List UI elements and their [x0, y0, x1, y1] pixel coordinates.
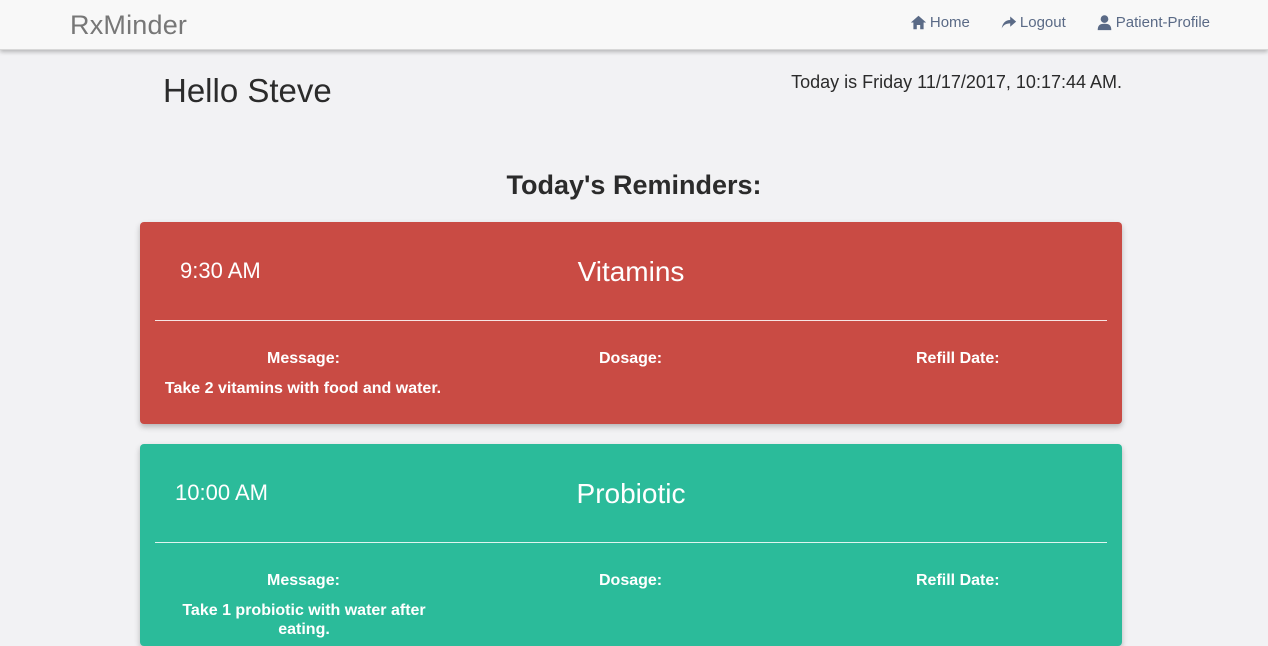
brand-logo[interactable]: RxMinder: [70, 10, 187, 41]
refill-date-label: Refill Date:: [916, 350, 1000, 367]
dosage-label: Dosage:: [599, 350, 663, 367]
reminder-card-probiotic[interactable]: 10:00 AM Probiotic Message: Take 1 probi…: [140, 444, 1122, 646]
message-value: Take 2 vitamins with food and water.: [164, 380, 442, 397]
nav-patient-profile-link[interactable]: Patient-Profile: [1096, 14, 1210, 31]
refill-date-label: Refill Date:: [916, 572, 1000, 589]
nav-patient-profile-label: Patient-Profile: [1115, 14, 1210, 31]
greeting-heading: Hello Steve: [163, 72, 332, 109]
message-label: Message:: [267, 572, 340, 589]
nav-logout-link[interactable]: Logout: [1000, 14, 1066, 31]
navbar: RxMinder Home Logout Patient-Profile: [0, 0, 1268, 50]
reminders-title: Today's Reminders:: [506, 170, 762, 200]
dosage-label: Dosage:: [599, 572, 663, 589]
home-icon: [910, 15, 927, 30]
reminder-card-vitamins[interactable]: 9:30 AM Vitamins Message: Take 2 vitamin…: [140, 222, 1122, 424]
nav-home-label: Home: [929, 14, 970, 31]
message-label: Message:: [267, 350, 340, 367]
card-divider: [155, 542, 1107, 543]
user-icon: [1097, 15, 1112, 31]
nav-logout-label: Logout: [1019, 14, 1066, 31]
card-divider: [155, 320, 1107, 321]
reminder-medication-name: Probiotic: [576, 478, 686, 509]
message-value: Take 1 probiotic with water after eating…: [182, 602, 426, 638]
nav-home-link[interactable]: Home: [910, 14, 970, 31]
nav-links: Home Logout Patient-Profile: [910, 14, 1210, 31]
current-datetime: Today is Friday 11/17/2017, 10:17:44 AM.: [791, 72, 1122, 92]
reminder-medication-name: Vitamins: [577, 256, 685, 287]
share-arrow-icon: [1001, 16, 1017, 29]
